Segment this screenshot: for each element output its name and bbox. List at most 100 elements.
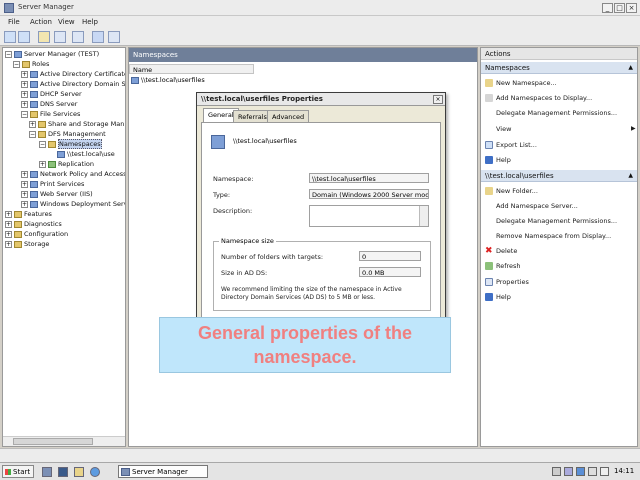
role-icon bbox=[30, 180, 38, 188]
internet-explorer-icon[interactable] bbox=[90, 467, 100, 477]
tree-node-ad-certificate[interactable]: + Active Directory Certificate bbox=[21, 70, 125, 78]
expander-icon[interactable]: + bbox=[21, 200, 28, 208]
expander-icon[interactable]: − bbox=[5, 50, 12, 58]
tree-node-network-policy[interactable]: + Network Policy and Access bbox=[21, 170, 125, 178]
expander-icon[interactable]: + bbox=[21, 190, 28, 198]
expander-icon[interactable]: − bbox=[29, 130, 36, 138]
start-label: Start bbox=[13, 468, 31, 476]
start-button[interactable]: Start bbox=[2, 465, 34, 478]
action-new-folder[interactable]: New Folder... bbox=[485, 187, 538, 197]
up-folder-icon[interactable] bbox=[38, 31, 50, 43]
action-help-userfiles[interactable]: Help bbox=[485, 293, 511, 303]
action-delete[interactable]: ✖ Delete bbox=[485, 247, 517, 257]
actions-section-namespaces[interactable]: Namespaces ▲ bbox=[481, 62, 637, 74]
menu-view[interactable]: View bbox=[58, 18, 75, 26]
tree-node-label: DFS Management bbox=[48, 130, 106, 138]
list-item[interactable]: \\test.local\userfiles bbox=[131, 76, 251, 86]
expander-icon[interactable]: + bbox=[21, 80, 28, 88]
expander-icon[interactable]: + bbox=[5, 210, 12, 218]
menu-file[interactable]: File bbox=[8, 18, 20, 26]
tree-node-replication[interactable]: + Replication bbox=[39, 160, 94, 168]
action-properties[interactable]: Properties bbox=[485, 278, 529, 288]
expander-icon[interactable]: + bbox=[21, 90, 28, 98]
toolbar bbox=[0, 28, 640, 46]
forward-icon[interactable] bbox=[18, 31, 30, 43]
scrollbar-thumb[interactable] bbox=[13, 438, 93, 445]
tree-node-ad-domain[interactable]: + Active Directory Domain Se bbox=[21, 80, 125, 88]
expander-icon[interactable]: + bbox=[29, 120, 36, 128]
expander-icon[interactable]: + bbox=[5, 240, 12, 248]
maximize-button[interactable]: □ bbox=[614, 3, 625, 13]
tree-node-userfiles[interactable]: \\test.local\use bbox=[57, 150, 115, 158]
expander-icon[interactable]: + bbox=[21, 70, 28, 78]
tree-node-file-services[interactable]: − File Services bbox=[21, 110, 80, 118]
back-icon[interactable] bbox=[4, 31, 16, 43]
action-refresh[interactable]: Refresh bbox=[485, 262, 521, 272]
show-hide-tree-icon[interactable] bbox=[54, 31, 66, 43]
expander-icon[interactable]: − bbox=[13, 60, 20, 68]
tree-node-storage[interactable]: + Storage bbox=[5, 240, 49, 248]
dialog-close-button[interactable]: × bbox=[433, 95, 443, 104]
tree-horizontal-scrollbar[interactable] bbox=[3, 436, 125, 446]
action-view[interactable]: View ▶ bbox=[485, 125, 636, 135]
powershell-icon[interactable] bbox=[58, 467, 68, 477]
tree-node-server-manager[interactable]: − Server Manager (TEST) bbox=[5, 50, 99, 58]
expander-icon[interactable]: − bbox=[39, 140, 46, 148]
close-button[interactable]: × bbox=[626, 3, 637, 13]
tree-node-features[interactable]: + Features bbox=[5, 210, 52, 218]
collapse-arrow-icon[interactable]: ▲ bbox=[628, 64, 633, 71]
expander-icon[interactable]: + bbox=[21, 170, 28, 178]
expander-icon[interactable]: + bbox=[21, 180, 28, 188]
tree-node-namespaces[interactable]: − Namespaces bbox=[39, 139, 102, 149]
action-delegate-permissions-2[interactable]: Delegate Management Permissions... bbox=[485, 217, 617, 227]
description-scrollbar[interactable] bbox=[419, 206, 428, 226]
expander-icon[interactable]: + bbox=[39, 160, 46, 168]
expander-icon[interactable]: + bbox=[5, 230, 12, 238]
minimize-button[interactable]: _ bbox=[602, 3, 613, 13]
tree-node-web-server[interactable]: + Web Server (IIS) bbox=[21, 190, 93, 198]
namespace-icon bbox=[211, 135, 225, 149]
menu-action[interactable]: Action bbox=[30, 18, 52, 26]
network-icon[interactable] bbox=[564, 467, 573, 476]
action-label: Delegate Management Permissions... bbox=[496, 109, 618, 117]
tree-node-configuration[interactable]: + Configuration bbox=[5, 230, 68, 238]
blank-icon bbox=[485, 109, 493, 117]
action-help-namespaces[interactable]: Help bbox=[485, 156, 511, 166]
properties-icon[interactable] bbox=[108, 31, 120, 43]
tree-node-print-services[interactable]: + Print Services bbox=[21, 180, 84, 188]
action-export-list[interactable]: Export List... bbox=[485, 141, 537, 151]
tab-advanced[interactable]: Advanced bbox=[267, 110, 310, 122]
action-remove-namespace-display[interactable]: Remove Namespace from Display... bbox=[485, 232, 611, 242]
help-icon[interactable] bbox=[92, 31, 104, 43]
explorer-icon[interactable] bbox=[74, 467, 84, 477]
action-add-namespace-server[interactable]: Add Namespace Server... bbox=[485, 202, 578, 212]
tray-icon[interactable] bbox=[552, 467, 561, 476]
tree-node-dhcp[interactable]: + DHCP Server bbox=[21, 90, 82, 98]
collapse-arrow-icon[interactable]: ▲ bbox=[628, 172, 633, 179]
tree-node-dfs-management[interactable]: − DFS Management bbox=[29, 130, 106, 138]
description-input[interactable] bbox=[309, 205, 429, 227]
tree-node-dns[interactable]: + DNS Server bbox=[21, 100, 77, 108]
export-list-icon[interactable] bbox=[72, 31, 84, 43]
security-icon[interactable] bbox=[576, 467, 585, 476]
expander-icon[interactable]: + bbox=[21, 100, 28, 108]
action-delegate-permissions[interactable]: Delegate Management Permissions... bbox=[485, 109, 617, 119]
tree-node-label: File Services bbox=[40, 110, 81, 118]
expander-icon[interactable]: + bbox=[5, 220, 12, 228]
actions-section-userfiles[interactable]: \\test.local\userfiles ▲ bbox=[481, 170, 637, 182]
tree-node-diagnostics[interactable]: + Diagnostics bbox=[5, 220, 62, 228]
menu-help[interactable]: Help bbox=[82, 18, 98, 26]
notification-icon[interactable] bbox=[600, 467, 609, 476]
action-new-namespace[interactable]: New Namespace... bbox=[485, 79, 557, 89]
type-field: Domain (Windows 2000 Server mode) bbox=[309, 189, 429, 199]
tree-node-wds[interactable]: + Windows Deployment Servi bbox=[21, 200, 125, 208]
taskbar-server-manager[interactable]: Server Manager bbox=[118, 465, 208, 478]
tree-node-roles[interactable]: − Roles bbox=[13, 60, 49, 68]
column-header-name[interactable]: Name bbox=[129, 64, 254, 74]
expander-icon[interactable]: − bbox=[21, 110, 28, 118]
action-add-namespaces-display[interactable]: Add Namespaces to Display... bbox=[485, 94, 592, 104]
server-manager-quicklaunch-icon[interactable] bbox=[42, 467, 52, 477]
volume-icon[interactable] bbox=[588, 467, 597, 476]
tree-node-share-storage[interactable]: + Share and Storage Man bbox=[29, 120, 124, 128]
clock[interactable]: 14:11 bbox=[614, 467, 634, 475]
